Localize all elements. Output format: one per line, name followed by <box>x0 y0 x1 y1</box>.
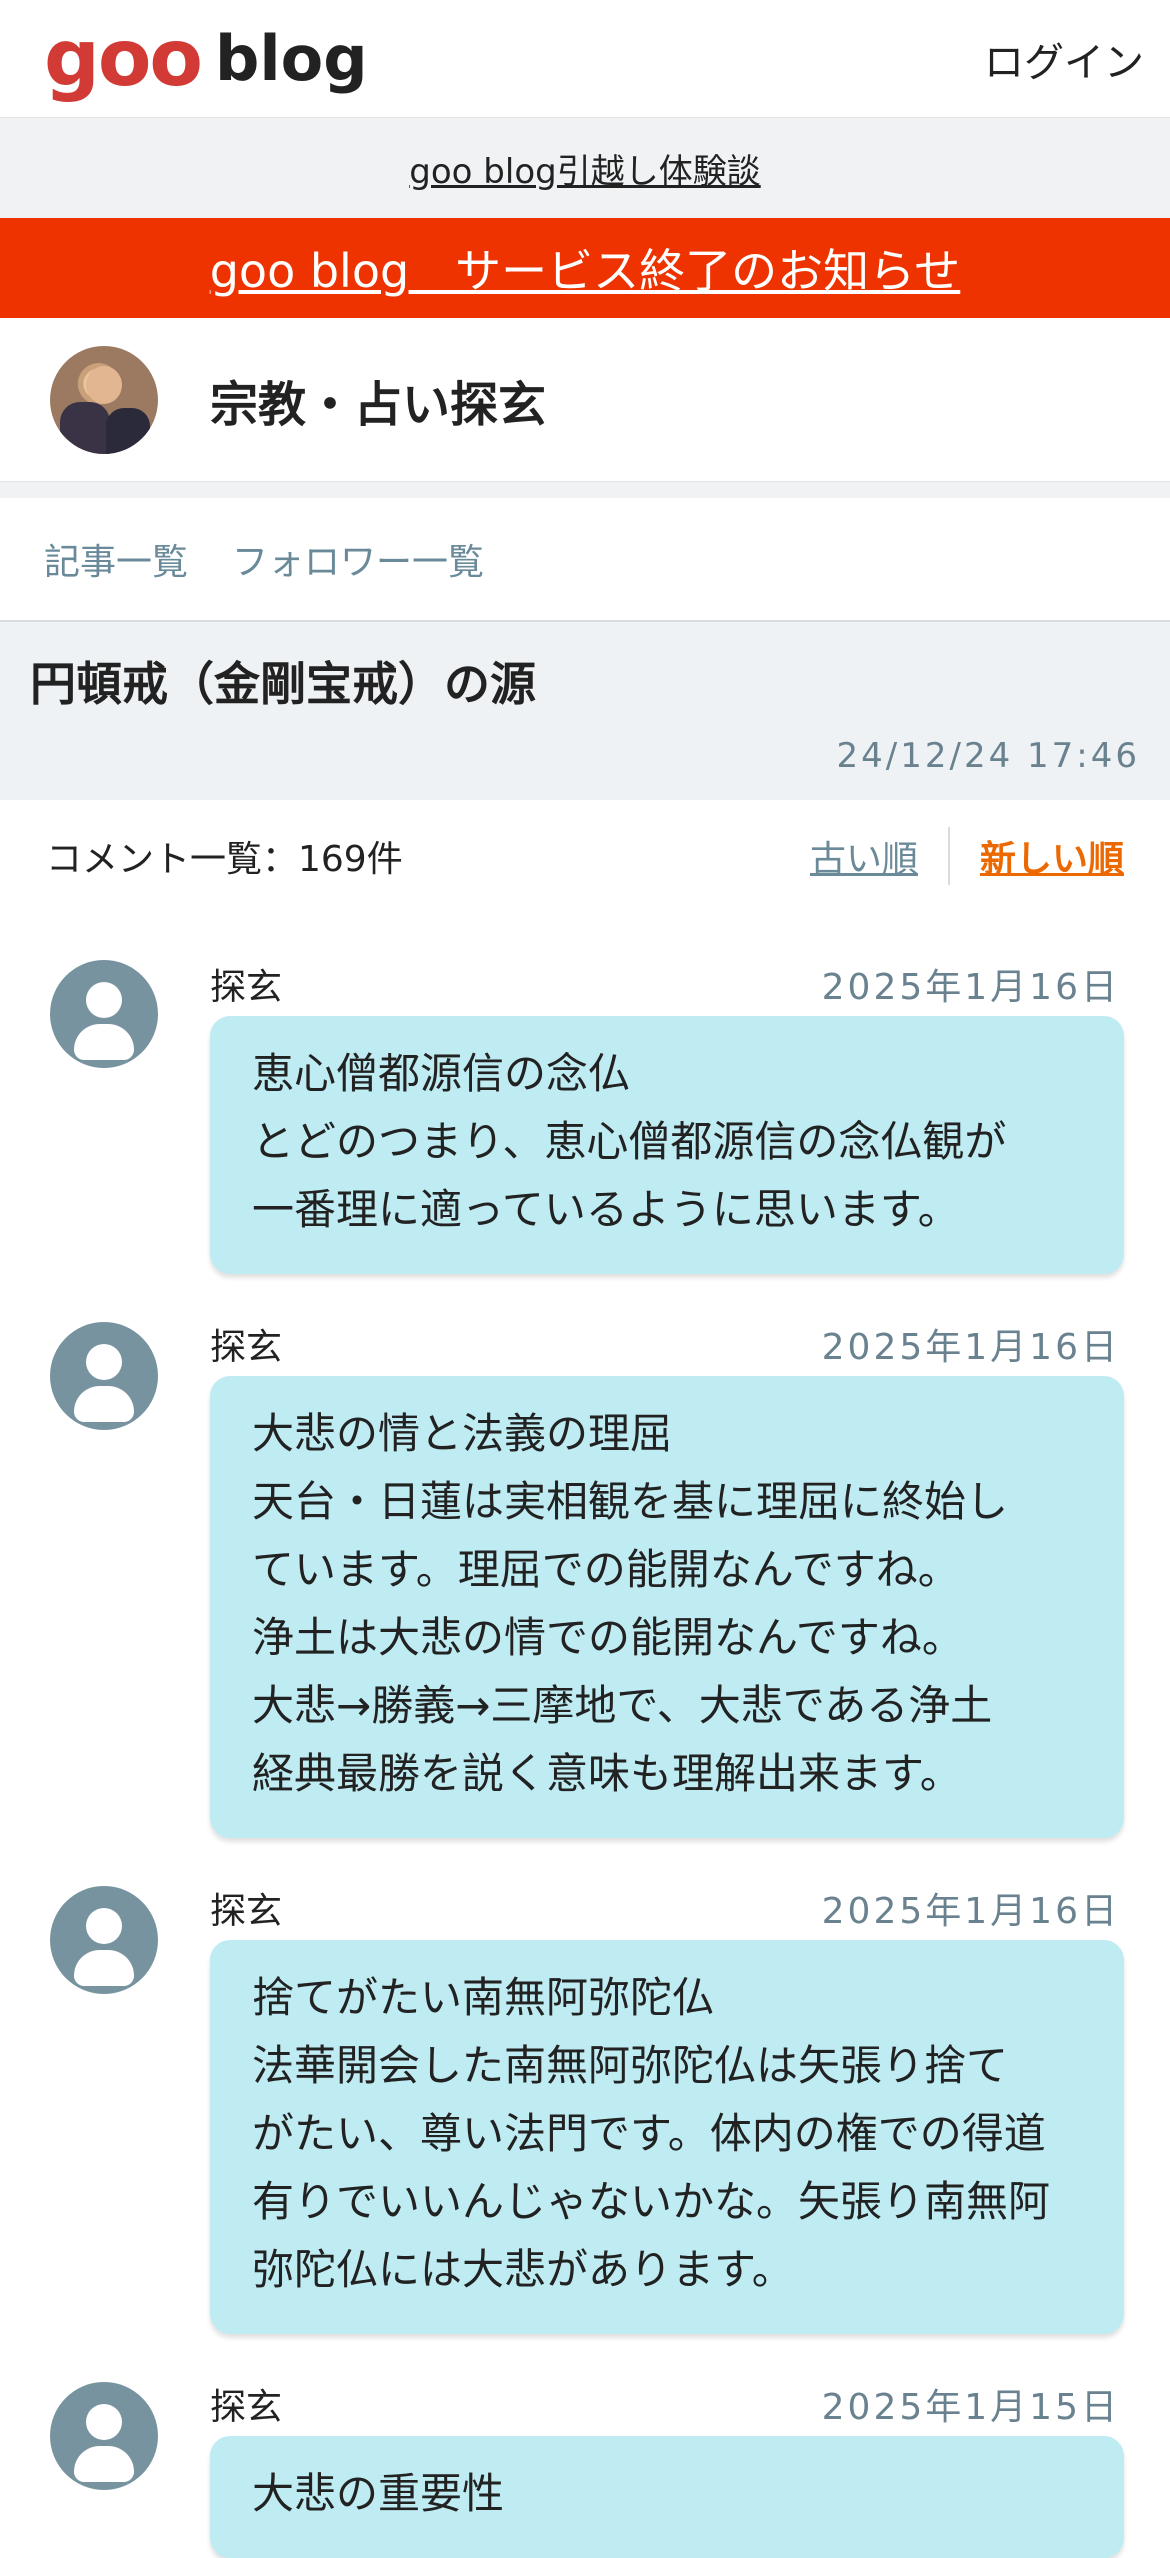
comment-line: 大悲→勝義→三摩地で、大悲である浄土 <box>252 1681 993 1730</box>
comment-line: 捨てがたい南無阿弥陀仏 <box>252 1973 715 2022</box>
comment-line: ています。理屈での能開なんですね。 <box>252 1545 960 1594</box>
sort-divider <box>947 827 950 885</box>
blog-tabs: 記事一覧 フォロワー一覧 <box>0 498 1170 622</box>
sort-newest-button[interactable]: 新しい順 <box>980 830 1124 882</box>
user-avatar-icon <box>50 2382 158 2490</box>
service-end-banner: goo blog サービス終了のお知らせ <box>0 218 1170 318</box>
comment-line: がたい、尊い法門です。体内の権での得道 <box>252 2109 1046 2158</box>
blog-title-row: 宗教・占い探玄 <box>0 318 1170 482</box>
article-date: 24/12/24 17:46 <box>836 736 1140 776</box>
comment-bubble: 大悲の情と法義の理屈 天台・日蓮は実相観を基に理屈に終始し ています。理屈での能… <box>210 1376 1124 1838</box>
comment-author: 探玄 <box>210 1891 283 1932</box>
comment-line: 天台・日蓮は実相観を基に理屈に終始し <box>252 1477 1009 1526</box>
sort-controls: 古い順 新しい順 <box>810 827 1124 885</box>
comment-line: 弥陀仏には大悲があります。 <box>252 2245 794 2294</box>
notice-bar: goo blog引越し体験談 <box>0 118 1170 218</box>
comment-item: 探玄 2025年1月15日 大悲の重要性 <box>0 2334 1170 2558</box>
comment-bubble: 恵心僧都源信の念仏 とどのつまり、恵心僧都源信の念仏観が 一番理に適っているよう… <box>210 1016 1124 1274</box>
service-end-link[interactable]: goo blog サービス終了のお知らせ <box>210 235 961 301</box>
comment-line: 経典最勝を説く意味も理解出来ます。 <box>252 1749 962 1798</box>
tab-follower-list[interactable]: フォロワー一覧 <box>232 533 484 585</box>
article-title[interactable]: 円頓戒（金剛宝戒）の源 <box>30 648 1140 714</box>
comment-item: 探玄 2025年1月16日 大悲の情と法義の理屈 天台・日蓮は実相観を基に理屈に… <box>0 1274 1170 1838</box>
comment-date: 2025年1月16日 <box>821 1891 1120 1932</box>
comment-list-bar: コメント一覧：169件 古い順 新しい順 <box>0 800 1170 912</box>
comment-date: 2025年1月15日 <box>821 2387 1120 2428</box>
site-header: goo blog ログイン <box>0 0 1170 118</box>
comment-line: 浄土は大悲の情での能開なんですね。 <box>252 1613 964 1662</box>
comment-item: 探玄 2025年1月16日 恵心僧都源信の念仏 とどのつまり、恵心僧都源信の念仏… <box>0 912 1170 1274</box>
tab-article-list[interactable]: 記事一覧 <box>44 533 188 585</box>
blog-avatar[interactable] <box>50 345 158 454</box>
comment-count: コメント一覧：169件 <box>46 839 403 880</box>
logo-blog-text: blog <box>215 21 368 95</box>
user-avatar-icon <box>50 960 158 1068</box>
login-link[interactable]: ログイン <box>984 30 1144 88</box>
comment-line: 大悲の重要性 <box>252 2469 505 2518</box>
comment-item: 探玄 2025年1月16日 捨てがたい南無阿弥陀仏 法華開会した南無阿弥陀仏は矢… <box>0 1838 1170 2334</box>
article-header: 円頓戒（金剛宝戒）の源 24/12/24 17:46 <box>0 622 1170 800</box>
logo-goo-text: goo <box>44 13 203 104</box>
comment-line: 一番理に適っているように思います。 <box>252 1185 960 1234</box>
comment-date: 2025年1月16日 <box>821 1327 1120 1368</box>
comment-line: 有りでいいんじゃないかな。矢張り南無阿 <box>252 2177 1051 2226</box>
sort-oldest-button[interactable]: 古い順 <box>810 830 918 882</box>
comment-line: 恵心僧都源信の念仏 <box>252 1049 631 1098</box>
user-avatar-icon <box>50 1322 158 1430</box>
comment-date: 2025年1月16日 <box>821 967 1120 1008</box>
section-spacer <box>0 482 1170 498</box>
goo-blog-logo[interactable]: goo blog <box>44 20 368 98</box>
comment-line: 法華開会した南無阿弥陀仏は矢張り捨て <box>252 2041 1009 2090</box>
user-avatar-icon <box>50 1886 158 1994</box>
comment-author: 探玄 <box>210 1327 283 1368</box>
comment-bubble: 大悲の重要性 <box>210 2436 1124 2558</box>
migration-story-link[interactable]: goo blog引越し体験談 <box>409 144 760 193</box>
comment-bubble: 捨てがたい南無阿弥陀仏 法華開会した南無阿弥陀仏は矢張り捨て がたい、尊い法門で… <box>210 1940 1124 2334</box>
comment-line: 大悲の情と法義の理屈 <box>252 1409 673 1458</box>
comment-list: 探玄 2025年1月16日 恵心僧都源信の念仏 とどのつまり、恵心僧都源信の念仏… <box>0 912 1170 2558</box>
comment-author: 探玄 <box>210 2387 283 2428</box>
blog-name[interactable]: 宗教・占い探玄 <box>210 365 546 435</box>
comment-author: 探玄 <box>210 967 283 1008</box>
comment-line: とどのつまり、恵心僧都源信の念仏観が <box>252 1117 1007 1166</box>
